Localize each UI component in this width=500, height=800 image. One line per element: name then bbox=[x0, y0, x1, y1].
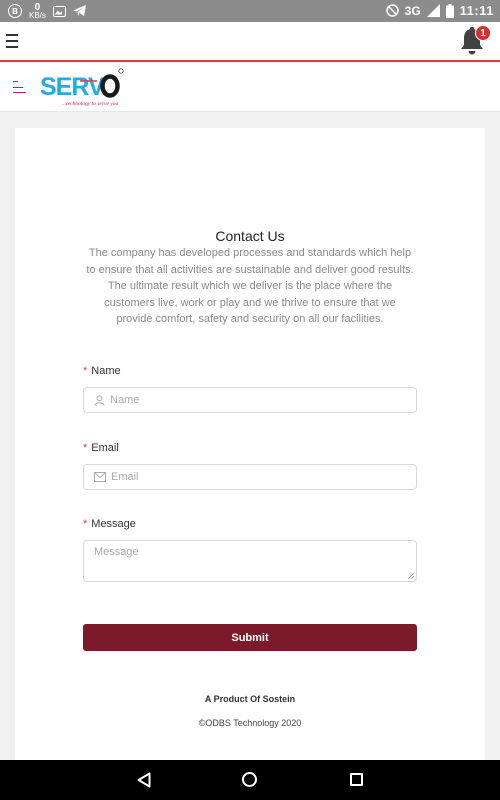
page-title: Contact Us bbox=[215, 228, 285, 244]
app-header: 1 bbox=[0, 22, 500, 62]
data-speed-icon: 0 KB/s bbox=[29, 3, 46, 20]
logo-tagline: ...technology to serve you bbox=[62, 101, 118, 107]
network-3g-icon: 3G bbox=[405, 4, 421, 18]
signal-icon bbox=[426, 4, 440, 17]
copyright: ©ODBS Technology 2020 bbox=[198, 718, 302, 728]
dnd-icon bbox=[385, 4, 399, 17]
side-menu-icon[interactable] bbox=[13, 81, 27, 93]
menu-icon[interactable] bbox=[6, 34, 18, 48]
required-mark: * bbox=[83, 518, 88, 530]
recent-apps-icon[interactable] bbox=[350, 773, 363, 786]
battery-icon bbox=[445, 3, 454, 18]
email-label: * Email bbox=[83, 442, 119, 454]
logo-bar: SERV ...technology to serve you bbox=[0, 63, 500, 112]
user-icon bbox=[94, 394, 105, 406]
required-mark: * bbox=[83, 442, 88, 454]
name-label-text: Name bbox=[91, 365, 121, 377]
name-input[interactable] bbox=[110, 394, 400, 406]
status-bar: B 0 KB/s 3G 11:11 bbox=[0, 0, 500, 22]
system-nav-bar bbox=[0, 760, 500, 800]
b-circle-icon: B bbox=[8, 4, 22, 18]
submit-button[interactable]: Submit bbox=[83, 624, 417, 651]
name-label: * Name bbox=[83, 365, 121, 377]
network-label: 3G bbox=[404, 3, 421, 18]
message-label: * Message bbox=[83, 518, 136, 530]
name-input-wrapper[interactable] bbox=[83, 387, 417, 413]
mail-icon bbox=[94, 472, 106, 482]
message-label-text: Message bbox=[91, 518, 136, 530]
home-icon[interactable] bbox=[242, 772, 257, 787]
notification-button[interactable]: 1 bbox=[458, 25, 491, 56]
email-input[interactable] bbox=[111, 471, 401, 483]
contact-card: Contact Us The company has developed pro… bbox=[15, 128, 485, 760]
resize-grip-icon[interactable] bbox=[408, 573, 414, 579]
back-icon[interactable] bbox=[137, 772, 151, 788]
telegram-icon bbox=[72, 5, 86, 16]
speed-unit: KB/s bbox=[29, 11, 46, 20]
product-credit: A Product Of Sostein bbox=[204, 694, 296, 704]
image-icon bbox=[52, 5, 66, 17]
notification-badge: 1 bbox=[475, 25, 491, 41]
servo-logo[interactable]: SERV ...technology to serve you bbox=[40, 68, 124, 110]
email-label-text: Email bbox=[91, 442, 119, 454]
svg-text:SERV: SERV bbox=[40, 73, 105, 101]
message-input-wrapper[interactable] bbox=[83, 540, 417, 582]
contact-description: The company has developed processes and … bbox=[86, 247, 414, 326]
clock: 11:11 bbox=[459, 3, 494, 18]
email-input-wrapper[interactable] bbox=[83, 464, 417, 490]
required-mark: * bbox=[83, 365, 88, 377]
message-input[interactable] bbox=[84, 541, 416, 581]
